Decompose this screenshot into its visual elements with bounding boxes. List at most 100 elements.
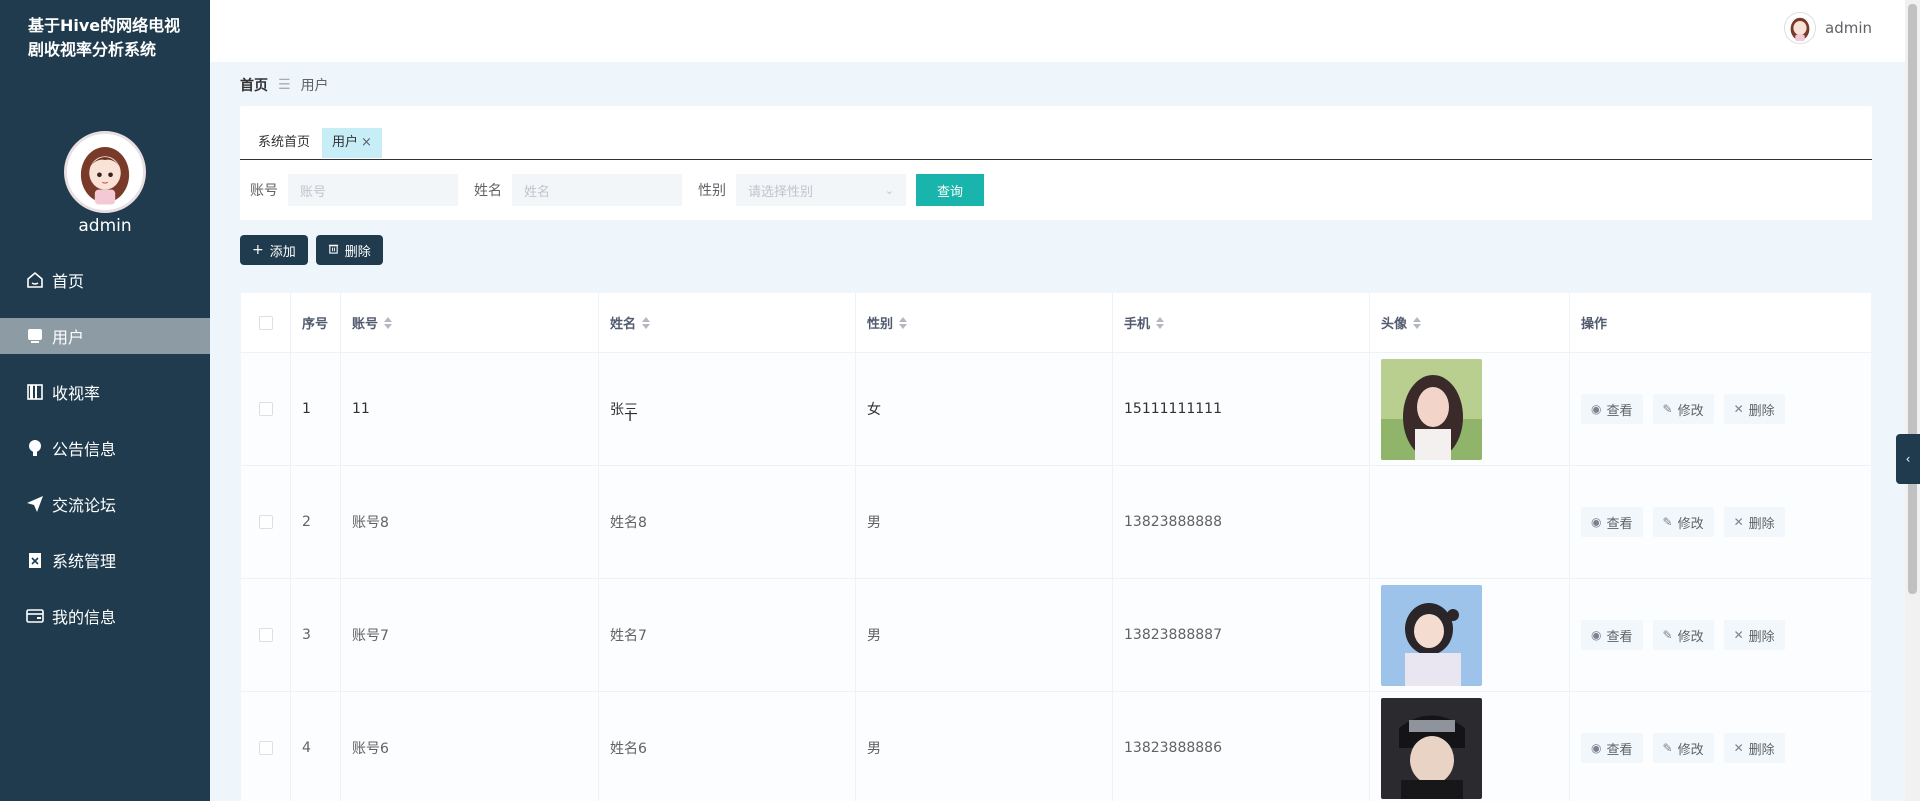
- sort-icon[interactable]: [1156, 316, 1165, 329]
- delete-button[interactable]: ✕ 删除: [1723, 733, 1785, 763]
- app-title: 基于Hive的网络电视剧收视率分析系统: [28, 16, 181, 59]
- view-button[interactable]: ◉ 查看: [1581, 733, 1643, 763]
- row-avatar-cell: [1370, 353, 1570, 465]
- book-icon: [24, 381, 46, 403]
- text-cursor-icon: I: [628, 409, 633, 425]
- sort-icon[interactable]: [642, 316, 651, 329]
- table-header: 序号 账号 姓名 性别 手机 头像 操作: [241, 293, 1871, 353]
- row-avatar-image: [1381, 584, 1482, 686]
- tab-home[interactable]: 系统首页: [246, 128, 322, 158]
- edit-icon: ✎: [1662, 628, 1673, 642]
- row-account: 账号8: [341, 466, 599, 578]
- account-label: 账号: [250, 183, 278, 199]
- sidebar-item-system[interactable]: 系统管理: [0, 542, 210, 578]
- column-header-account[interactable]: 账号: [341, 293, 599, 352]
- page-scrollbar-thumb[interactable]: [1908, 4, 1917, 594]
- row-avatar-image: [1381, 358, 1482, 460]
- row-phone: 15111111111: [1113, 353, 1370, 465]
- home-icon: [24, 269, 46, 291]
- account-input[interactable]: 账号: [288, 174, 458, 206]
- view-label: 查看: [1606, 629, 1633, 645]
- delete-label: 删除: [1748, 629, 1775, 645]
- row-index: 1: [291, 353, 341, 465]
- sidebar-item-label: 我的信息: [52, 608, 117, 627]
- sidebar-avatar: [64, 131, 146, 213]
- column-header-name[interactable]: 姓名: [599, 293, 856, 352]
- sidebar-item-user[interactable]: 用户: [0, 318, 210, 354]
- sort-icon[interactable]: [1413, 316, 1422, 329]
- sidebar-item-rating[interactable]: 收视率: [0, 374, 210, 410]
- sidebar-item-label: 用户: [52, 328, 85, 347]
- breadcrumb: 首页 ☰ 用户: [240, 75, 329, 95]
- sidebar-item-home[interactable]: 首页: [0, 262, 210, 298]
- column-header-gender[interactable]: 性别: [856, 293, 1113, 352]
- row-checkbox[interactable]: [258, 628, 273, 642]
- close-icon[interactable]: ×: [361, 135, 372, 150]
- row-checkbox[interactable]: [258, 741, 273, 755]
- row-checkbox-cell: [241, 353, 291, 465]
- sidebar-item-profile[interactable]: 我的信息: [0, 598, 210, 634]
- name-input[interactable]: 姓名: [512, 174, 682, 206]
- edit-button[interactable]: ✎ 修改: [1652, 507, 1714, 537]
- batch-delete-button[interactable]: 删除: [315, 235, 383, 265]
- row-avatar-image: [1381, 697, 1482, 799]
- row-gender: 男: [856, 692, 1113, 801]
- row-checkbox[interactable]: [258, 515, 273, 529]
- tab-label: 用户: [332, 135, 359, 150]
- breadcrumb-home[interactable]: 首页: [240, 75, 268, 95]
- column-header-label: 头像: [1381, 317, 1408, 332]
- view-button[interactable]: ◉ 查看: [1581, 507, 1643, 537]
- sidebar-item-forum[interactable]: 交流论坛: [0, 486, 210, 522]
- row-ops: ◉ 查看 ✎ 修改 ✕ 删除: [1570, 466, 1871, 578]
- row-name: 姓名7: [599, 579, 856, 691]
- gender-select[interactable]: 请选择性别 ⌄: [736, 174, 906, 206]
- add-button[interactable]: + 添加: [240, 235, 308, 265]
- chevron-left-icon[interactable]: ‹: [1896, 434, 1920, 484]
- column-header-phone[interactable]: 手机: [1113, 293, 1370, 352]
- header-avatar: [1784, 12, 1816, 44]
- row-phone: 13823888888: [1113, 466, 1370, 578]
- edit-button[interactable]: ✎ 修改: [1652, 733, 1714, 763]
- row-ops: ◉ 查看 ✎ 修改 ✕ 删除: [1570, 579, 1871, 691]
- query-button[interactable]: 查询: [916, 174, 984, 206]
- select-all-checkbox[interactable]: [258, 315, 273, 330]
- eye-icon: ◉: [1591, 402, 1602, 416]
- bulb-icon: [24, 437, 46, 459]
- name-label: 姓名: [474, 183, 502, 199]
- row-ops: ◉ 查看 ✎ 修改 ✕ 删除: [1570, 692, 1871, 801]
- delete-button[interactable]: ✕ 删除: [1723, 507, 1785, 537]
- column-header-label: 性别: [867, 317, 894, 332]
- delete-button[interactable]: ✕ 删除: [1723, 620, 1785, 650]
- breadcrumb-current: 用户: [300, 78, 329, 94]
- column-header-avatar[interactable]: 头像: [1370, 293, 1570, 352]
- column-header-label: 账号: [352, 317, 379, 332]
- header-user[interactable]: admin: [1784, 12, 1872, 44]
- view-button[interactable]: ◉ 查看: [1581, 620, 1643, 650]
- delete-label: 删除: [1748, 516, 1775, 532]
- table-row: 2 账号8 姓名8 男 13823888888 ◉ 查看 ✎ 修改 ✕ 删除: [241, 466, 1871, 579]
- search-form: 账号 账号 姓名 姓名 性别 请选择性别 ⌄ 查询: [250, 174, 984, 206]
- column-header-index: 序号: [291, 293, 341, 352]
- sidebar-item-notice[interactable]: 公告信息: [0, 430, 210, 466]
- tab-user[interactable]: 用户 ×: [322, 128, 382, 158]
- delete-label: 删除: [1748, 403, 1775, 419]
- row-checkbox[interactable]: [258, 402, 273, 416]
- delete-button[interactable]: ✕ 删除: [1723, 394, 1785, 424]
- sort-icon[interactable]: [384, 316, 393, 329]
- column-header-label: 姓名: [610, 317, 637, 332]
- sort-icon[interactable]: [899, 316, 908, 329]
- edit-label: 修改: [1677, 403, 1704, 419]
- top-header: admin: [210, 0, 1905, 62]
- header-checkbox-cell: [241, 293, 291, 352]
- close-icon: ✕: [1733, 515, 1744, 529]
- column-header-label: 手机: [1124, 317, 1151, 332]
- edit-button[interactable]: ✎ 修改: [1652, 620, 1714, 650]
- row-phone: 13823888886: [1113, 692, 1370, 801]
- view-label: 查看: [1606, 516, 1633, 532]
- filter-panel: 系统首页 用户 × 账号 账号 姓名 姓名 性别 请选择性别 ⌄ 查询: [240, 106, 1872, 220]
- row-avatar-cell: [1370, 692, 1570, 801]
- sidebar-item-label: 交流论坛: [52, 496, 117, 515]
- row-avatar-cell: [1370, 466, 1570, 578]
- edit-button[interactable]: ✎ 修改: [1652, 394, 1714, 424]
- view-button[interactable]: ◉ 查看: [1581, 394, 1643, 424]
